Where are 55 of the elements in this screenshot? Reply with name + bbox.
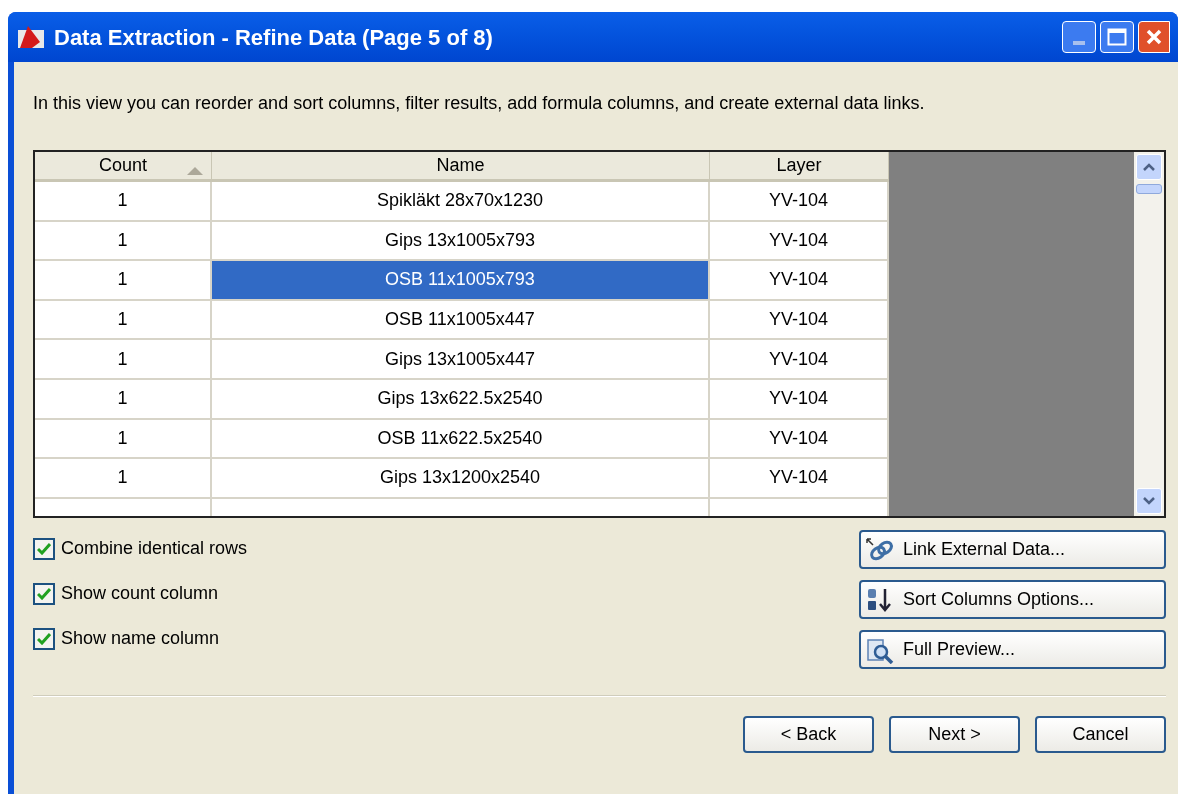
maximize-icon [1107,28,1127,46]
checkbox[interactable] [33,627,55,650]
column-header[interactable]: Count [35,152,212,179]
check-icon [37,542,51,555]
nav-button[interactable]: Next > [889,716,1020,753]
table-cell[interactable]: YV-104 [710,300,889,339]
action-button[interactable]: Full Preview... [859,630,1166,669]
table-cell[interactable]: YV-104 [710,182,889,220]
table-cell[interactable]: YV-104 [710,221,889,260]
app-logo-icon [16,24,46,50]
nav-button[interactable]: Cancel [1035,716,1166,753]
close-button[interactable] [1138,21,1170,53]
table-cell[interactable]: 1 [35,459,212,497]
scroll-down-button[interactable] [1136,488,1162,514]
checkbox[interactable] [33,582,55,605]
description-text: In this view you can reorder and sort columns, filter results, add formula columns, and create external data links. [33,92,926,114]
table-cell[interactable]: Gips 13x1200x2540 [212,459,710,497]
table-cell[interactable]: 1 [35,182,212,220]
checkbox-label[interactable]: Combine identical rows [61,535,248,562]
column-header[interactable]: Name [212,152,710,179]
table-cell[interactable]: Gips 13x1005x793 [212,221,710,260]
check-icon [37,587,51,600]
window-title: Data Extraction - Refine Data (Page 5 of 8) [54,23,494,52]
close-icon [1145,28,1163,46]
chain-link-icon [865,536,895,563]
table-cell[interactable]: 1 [35,300,212,339]
table-cell[interactable]: 1 [35,379,212,418]
check-icon [37,632,51,645]
action-button[interactable]: Link External Data... [859,530,1166,569]
table-cell[interactable]: Gips 13x1005x447 [212,340,710,378]
vertical-scrollbar[interactable] [1134,152,1164,516]
checkbox-label[interactable]: Show count column [61,580,219,607]
table-cell[interactable]: YV-104 [710,340,889,378]
table-cell[interactable]: OSB 11x622.5x2540 [212,419,710,458]
nav-button[interactable]: < Back [743,716,874,753]
table-cell[interactable]: Spikläkt 28x70x1230 [212,182,710,220]
action-button[interactable]: Sort Columns Options... [859,580,1166,619]
minimize-icon [1073,41,1085,45]
scroll-up-button[interactable] [1136,154,1162,180]
maximize-button[interactable] [1100,21,1134,53]
table-cell[interactable]: OSB 11x1005x793 [212,261,710,299]
table-cell[interactable]: Gips 13x622.5x2540 [212,379,710,418]
checkbox[interactable] [33,537,55,560]
table-cell[interactable]: 1 [35,419,212,458]
checkbox-label[interactable]: Show name column [61,625,220,652]
minimize-button[interactable] [1062,21,1096,53]
table-cell[interactable]: OSB 11x1005x447 [212,300,710,339]
column-header[interactable]: Layer [710,152,889,179]
table-cell[interactable]: YV-104 [710,261,889,299]
scroll-thumb[interactable] [1136,184,1162,194]
table-cell[interactable]: YV-104 [710,459,889,497]
table-cell[interactable]: YV-104 [710,419,889,458]
table-cell[interactable]: 1 [35,221,212,260]
table-cell[interactable]: 1 [35,340,212,378]
table-cell[interactable]: YV-104 [710,379,889,418]
